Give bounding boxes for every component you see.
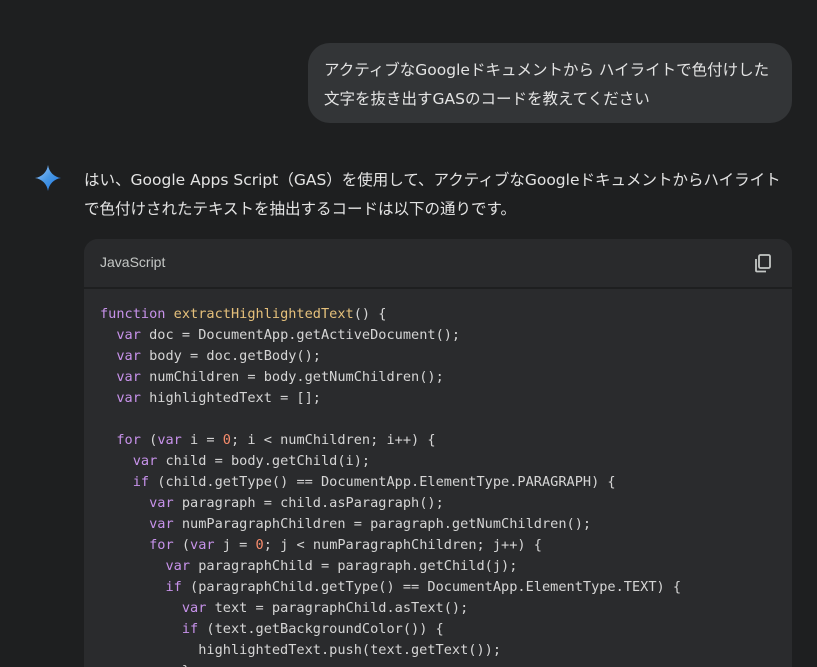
- code-token: var: [116, 327, 141, 343]
- code-token: ; i < numChildren; i++) {: [230, 432, 436, 448]
- code-line: }: [100, 661, 776, 667]
- code-token: j =: [214, 537, 256, 553]
- code-line: var numChildren = body.getNumChildren();: [100, 367, 776, 388]
- code-line: var paragraphChild = paragraph.getChild(…: [100, 556, 776, 577]
- chat-page: アクティブなGoogleドキュメントから ハイライトで色付けした文字を抜き出すG…: [0, 0, 817, 667]
- code-token: doc = DocumentApp.getActiveDocument();: [140, 327, 461, 343]
- code-token: var: [116, 390, 141, 406]
- copy-icon: [755, 254, 771, 273]
- code-line: var text = paragraphChild.asText();: [100, 598, 776, 619]
- code-line: var numParagraphChildren = paragraph.get…: [100, 514, 776, 535]
- code-line: function extractHighlightedText() {: [100, 304, 776, 325]
- code-token: var: [149, 516, 174, 532]
- code-token: (: [140, 432, 158, 448]
- code-token: highlightedText.push(text.getText());: [100, 642, 502, 658]
- code-token: for: [116, 432, 141, 448]
- code-line: var paragraph = child.asParagraph();: [100, 493, 776, 514]
- code-token: 0: [222, 432, 231, 448]
- code-language-label: JavaScript: [100, 254, 166, 270]
- code-token: numChildren = body.getNumChildren();: [140, 369, 444, 385]
- user-message-text: アクティブなGoogleドキュメントから ハイライトで色付けした文字を抜き出すG…: [324, 61, 770, 108]
- code-token: numParagraphChildren = paragraph.getNumC…: [173, 516, 592, 532]
- code-token: paragraph = child.asParagraph();: [173, 495, 444, 511]
- code-token: }: [100, 663, 190, 667]
- code-token: var: [157, 432, 182, 448]
- code-token: if: [181, 621, 199, 637]
- code-token: 0: [255, 537, 264, 553]
- code-token: text = paragraphChild.asText();: [206, 600, 469, 616]
- code-token: extractHighlightedText: [173, 306, 354, 322]
- code-token: child = body.getChild(i);: [157, 453, 371, 469]
- code-line: var body = doc.getBody();: [100, 346, 776, 367]
- code-line: var child = body.getChild(i);: [100, 451, 776, 472]
- code-line: ​: [100, 409, 776, 430]
- code-token: var: [116, 348, 141, 364]
- code-token: var: [132, 453, 158, 469]
- code-line: var highlightedText = [];: [100, 388, 776, 409]
- code-token: ; j < numParagraphChildren; j++) {: [263, 537, 542, 553]
- code-line: for (var j = 0; j < numParagraphChildren…: [100, 535, 776, 556]
- code-line: if (text.getBackgroundColor()) {: [100, 619, 776, 640]
- code-line: if (child.getType() == DocumentApp.Eleme…: [100, 472, 776, 493]
- code-token: (: [173, 537, 191, 553]
- code-content: function extractHighlightedText() { var …: [84, 289, 792, 667]
- code-token: function: [100, 306, 166, 322]
- code-token: var: [181, 600, 207, 616]
- code-token: paragraphChild = paragraph.getChild(j);: [190, 558, 518, 574]
- code-token: for: [149, 537, 174, 553]
- gemini-sparkle-icon: [34, 164, 62, 192]
- code-line: if (paragraphChild.getType() == Document…: [100, 577, 776, 598]
- code-token: var: [165, 558, 191, 574]
- code-token: (paragraphChild.getType() == DocumentApp…: [181, 579, 682, 595]
- code-token: (child.getType() == DocumentApp.ElementT…: [149, 474, 616, 490]
- code-line: var doc = DocumentApp.getActiveDocument(…: [100, 325, 776, 346]
- code-token: var: [149, 495, 174, 511]
- code-token: () {: [353, 306, 387, 322]
- assistant-response-text: はい、Google Apps Script（GAS）を使用して、アクティブなGo…: [84, 171, 781, 218]
- code-line: for (var i = 0; i < numChildren; i++) {: [100, 430, 776, 451]
- code-token: var: [190, 537, 215, 553]
- code-token: if: [132, 474, 150, 490]
- code-token: highlightedText = [];: [140, 390, 321, 406]
- copy-code-button[interactable]: [752, 252, 774, 274]
- code-token: i =: [181, 432, 223, 448]
- code-token: (text.getBackgroundColor()) {: [198, 621, 444, 637]
- user-message-bubble: アクティブなGoogleドキュメントから ハイライトで色付けした文字を抜き出すG…: [308, 43, 792, 123]
- code-block: JavaScript function extractHighlightedTe…: [84, 239, 792, 667]
- code-line: highlightedText.push(text.getText());: [100, 640, 776, 661]
- code-token: var: [116, 369, 141, 385]
- code-token: body = doc.getBody();: [140, 348, 321, 364]
- code-token: if: [165, 579, 182, 595]
- code-block-header: JavaScript: [84, 239, 792, 289]
